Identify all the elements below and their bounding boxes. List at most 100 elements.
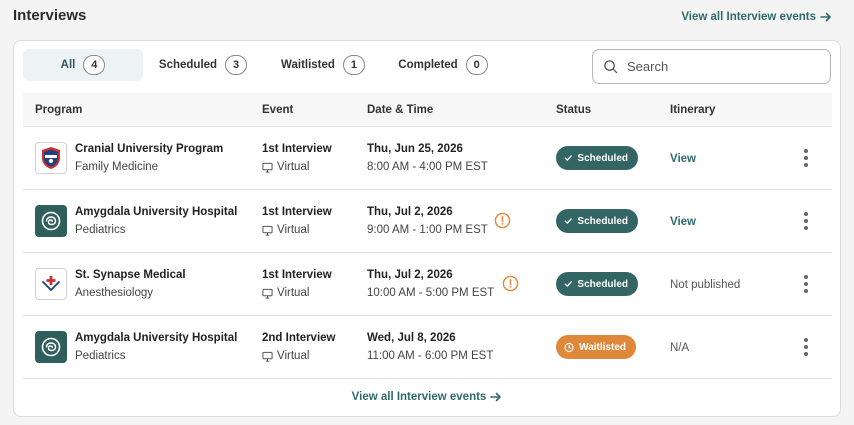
monitor-icon <box>262 225 273 236</box>
datetime-cell: Wed, Jul 8, 2026 11:00 AM - 6:00 PM EST <box>367 329 556 365</box>
interviews-table: Program Event Date & Time Status Itinera… <box>23 93 832 379</box>
more-options-icon[interactable] <box>804 275 808 293</box>
program-specialty: Pediatrics <box>75 350 126 362</box>
itinerary-cell: View <box>670 149 780 167</box>
event-cell: 2nd Interview Virtual <box>262 329 367 365</box>
program-cell: St. Synapse Medical Anesthesiology <box>23 266 262 302</box>
status-cell: Scheduled <box>556 146 670 170</box>
event-title: 2nd Interview <box>262 332 336 344</box>
event-date: Wed, Jul 8, 2026 <box>367 332 456 344</box>
view-all-interviews-footer-link[interactable]: View all Interview events <box>14 391 840 403</box>
search-icon <box>604 60 618 74</box>
status-cell: Scheduled <box>556 209 670 233</box>
tab-completed[interactable]: Completed 0 <box>383 49 503 81</box>
status-badge: Scheduled <box>556 272 638 296</box>
event-title: 1st Interview <box>262 143 332 155</box>
view-all-interviews-link[interactable]: View all Interview events <box>681 11 832 23</box>
program-name: Cranial University Program <box>75 143 224 155</box>
column-header-status: Status <box>556 103 592 116</box>
event-mode: Virtual <box>277 287 310 299</box>
event-cell: 1st Interview Virtual <box>262 140 367 176</box>
tab-waitlisted[interactable]: Waitlisted 1 <box>263 49 383 81</box>
view-all-label: View all Interview events <box>681 11 816 23</box>
status-label: Waitlisted <box>579 341 626 353</box>
tab-label: Scheduled <box>158 59 218 71</box>
search-box <box>592 49 831 84</box>
event-mode: Virtual <box>277 350 310 362</box>
itinerary-view-link[interactable]: View <box>670 153 696 165</box>
clock-icon <box>564 342 574 352</box>
program-name: St. Synapse Medical <box>75 269 186 281</box>
program-name: Amygdala University Hospital <box>75 206 238 218</box>
program-specialty: Anesthesiology <box>75 287 153 299</box>
event-time: 10:00 AM - 5:00 PM EST <box>367 287 495 299</box>
program-cell: Amygdala University Hospital Pediatrics <box>23 329 262 365</box>
brain-logo-icon <box>35 205 67 237</box>
event-time: 9:00 AM - 1:00 PM EST <box>367 224 488 236</box>
tab-label: Waitlisted <box>281 59 335 71</box>
status-label: Scheduled <box>577 215 628 227</box>
arrow-right-icon <box>490 392 502 402</box>
status-label: Scheduled <box>577 152 628 164</box>
warning-icon[interactable] <box>502 275 519 292</box>
page-title: Interviews <box>13 7 87 24</box>
monitor-icon <box>262 288 273 299</box>
event-time: 8:00 AM - 4:00 PM EST <box>367 161 488 173</box>
more-options-icon[interactable] <box>804 212 808 230</box>
warning-icon[interactable] <box>494 212 511 229</box>
monitor-icon <box>262 162 273 173</box>
program-cell: Amygdala University Hospital Pediatrics <box>23 203 262 239</box>
tab-label: Completed <box>398 59 458 71</box>
column-header-datetime: Date & Time <box>367 103 434 116</box>
tab-count: 3 <box>225 55 248 75</box>
more-options-icon[interactable] <box>804 338 808 356</box>
more-options-icon[interactable] <box>804 149 808 167</box>
program-name: Amygdala University Hospital <box>75 332 238 344</box>
tab-label: All <box>60 59 76 71</box>
status-label: Scheduled <box>577 278 628 290</box>
event-cell: 1st Interview Virtual <box>262 266 367 302</box>
event-date: Thu, Jul 2, 2026 <box>367 269 453 281</box>
status-badge: Scheduled <box>556 209 638 233</box>
datetime-cell: Thu, Jun 25, 2026 8:00 AM - 4:00 PM EST <box>367 140 556 176</box>
event-mode: Virtual <box>277 161 310 173</box>
itinerary-cell: N/A <box>670 338 780 356</box>
tab-scheduled[interactable]: Scheduled 3 <box>143 49 263 81</box>
status-cell: Waitlisted <box>556 335 670 359</box>
status-badge: Waitlisted <box>556 335 636 359</box>
itinerary-cell: View <box>670 212 780 230</box>
tab-count: 4 <box>83 55 106 75</box>
event-title: 1st Interview <box>262 206 332 218</box>
tab-all[interactable]: All 4 <box>23 49 143 81</box>
shield-logo-icon <box>35 142 67 174</box>
datetime-cell: Thu, Jul 2, 2026 10:00 AM - 5:00 PM EST <box>367 266 556 302</box>
itinerary-cell: Not published <box>670 275 780 293</box>
program-cell: Cranial University Program Family Medici… <box>23 140 262 176</box>
check-icon <box>564 155 572 161</box>
tab-count: 0 <box>465 55 488 75</box>
check-icon <box>564 281 572 287</box>
search-input[interactable] <box>627 59 807 74</box>
event-date: Thu, Jun 25, 2026 <box>367 143 463 155</box>
footer-view-all-label: View all Interview events <box>351 391 487 403</box>
event-mode: Virtual <box>277 224 310 236</box>
itinerary-view-link[interactable]: View <box>670 216 696 228</box>
table-row: Amygdala University Hospital Pediatrics … <box>23 190 832 253</box>
table-row: St. Synapse Medical Anesthesiology 1st I… <box>23 253 832 316</box>
event-date: Thu, Jul 2, 2026 <box>367 206 453 218</box>
column-header-event: Event <box>262 103 294 116</box>
status-cell: Scheduled <box>556 272 670 296</box>
interviews-card: All 4 Scheduled 3 Waitlisted 1 Completed… <box>13 40 841 417</box>
cross-logo-icon <box>35 268 67 300</box>
table-row: Cranial University Program Family Medici… <box>23 127 832 190</box>
tab-count: 1 <box>342 55 365 75</box>
program-specialty: Pediatrics <box>75 224 126 236</box>
brain-logo-icon <box>35 331 67 363</box>
event-cell: 1st Interview Virtual <box>262 203 367 239</box>
column-header-itinerary: Itinerary <box>670 103 716 116</box>
table-header: Program Event Date & Time Status Itinera… <box>23 93 832 127</box>
event-title: 1st Interview <box>262 269 332 281</box>
datetime-cell: Thu, Jul 2, 2026 9:00 AM - 1:00 PM EST <box>367 203 556 239</box>
itinerary-status: Not published <box>670 279 741 291</box>
arrow-right-icon <box>820 12 831 22</box>
